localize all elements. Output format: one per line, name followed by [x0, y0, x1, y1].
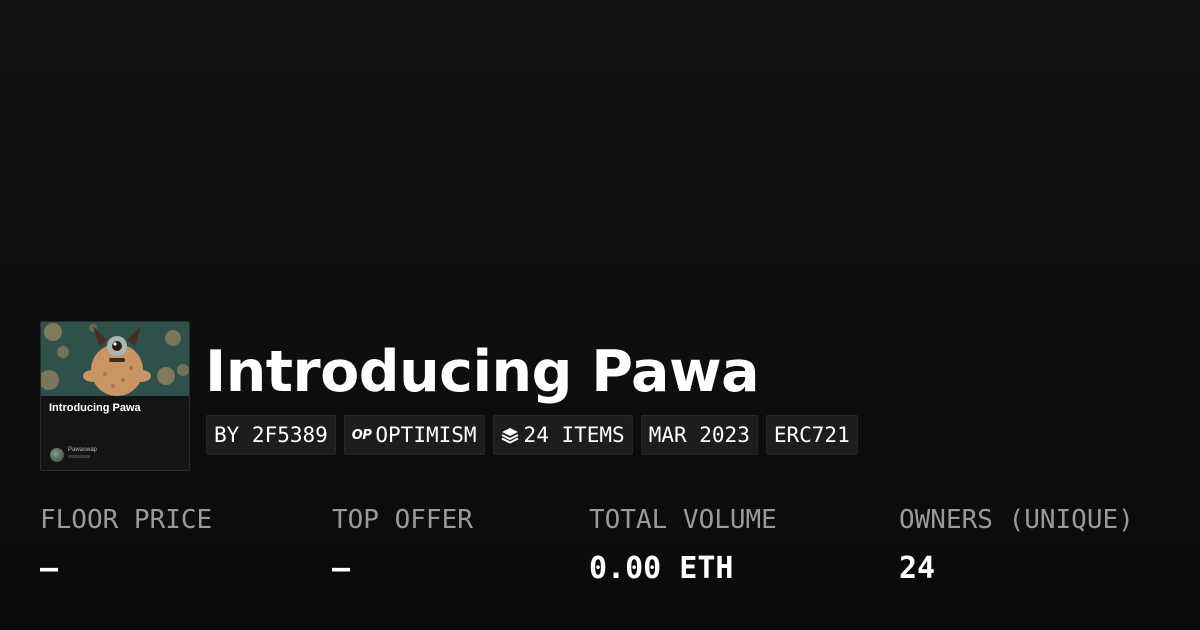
page-background	[0, 0, 1200, 630]
collection-title: Introducing Pawa	[205, 339, 760, 405]
items-count: 24 ITEMS	[523, 423, 625, 447]
total-volume-label: TOTAL VOLUME	[589, 505, 777, 535]
total-volume-value: 0.00 ETH	[589, 551, 734, 586]
card-owner-subtitle	[68, 455, 90, 458]
layers-icon	[501, 428, 518, 444]
date-tag: MAR 2023	[640, 415, 758, 455]
floor-price-value: –	[40, 551, 59, 586]
floor-price-label: FLOOR PRICE	[40, 505, 213, 535]
chain-label: OPTIMISM	[375, 423, 477, 447]
chain-tag[interactable]: OP OPTIMISM	[343, 415, 485, 455]
card-title: Introducing Pawa	[49, 402, 141, 414]
top-offer-label: TOP OFFER	[332, 505, 473, 535]
owner-avatar	[50, 448, 64, 462]
standard-tag: ERC721	[765, 415, 858, 455]
top-offer-value: –	[332, 551, 351, 586]
creator-label: BY 2F5389	[214, 423, 328, 447]
standard-label: ERC721	[773, 423, 850, 447]
optimism-logo-icon: OP	[351, 427, 372, 443]
date-label: MAR 2023	[648, 423, 750, 447]
owners-value: 24	[899, 551, 936, 586]
collection-art	[41, 322, 189, 396]
monster-illustration	[41, 322, 189, 396]
collection-tags: BY 2F5389 OP OPTIMISM 24 ITEMS MAR 2023 …	[206, 415, 858, 455]
items-tag: 24 ITEMS	[492, 415, 633, 455]
owners-label: OWNERS (UNIQUE)	[899, 505, 1134, 535]
creator-tag[interactable]: BY 2F5389	[206, 415, 336, 455]
card-owner-name: Pawaswap	[68, 447, 98, 453]
collection-card-image: Introducing Pawa Pawaswap	[40, 321, 190, 471]
